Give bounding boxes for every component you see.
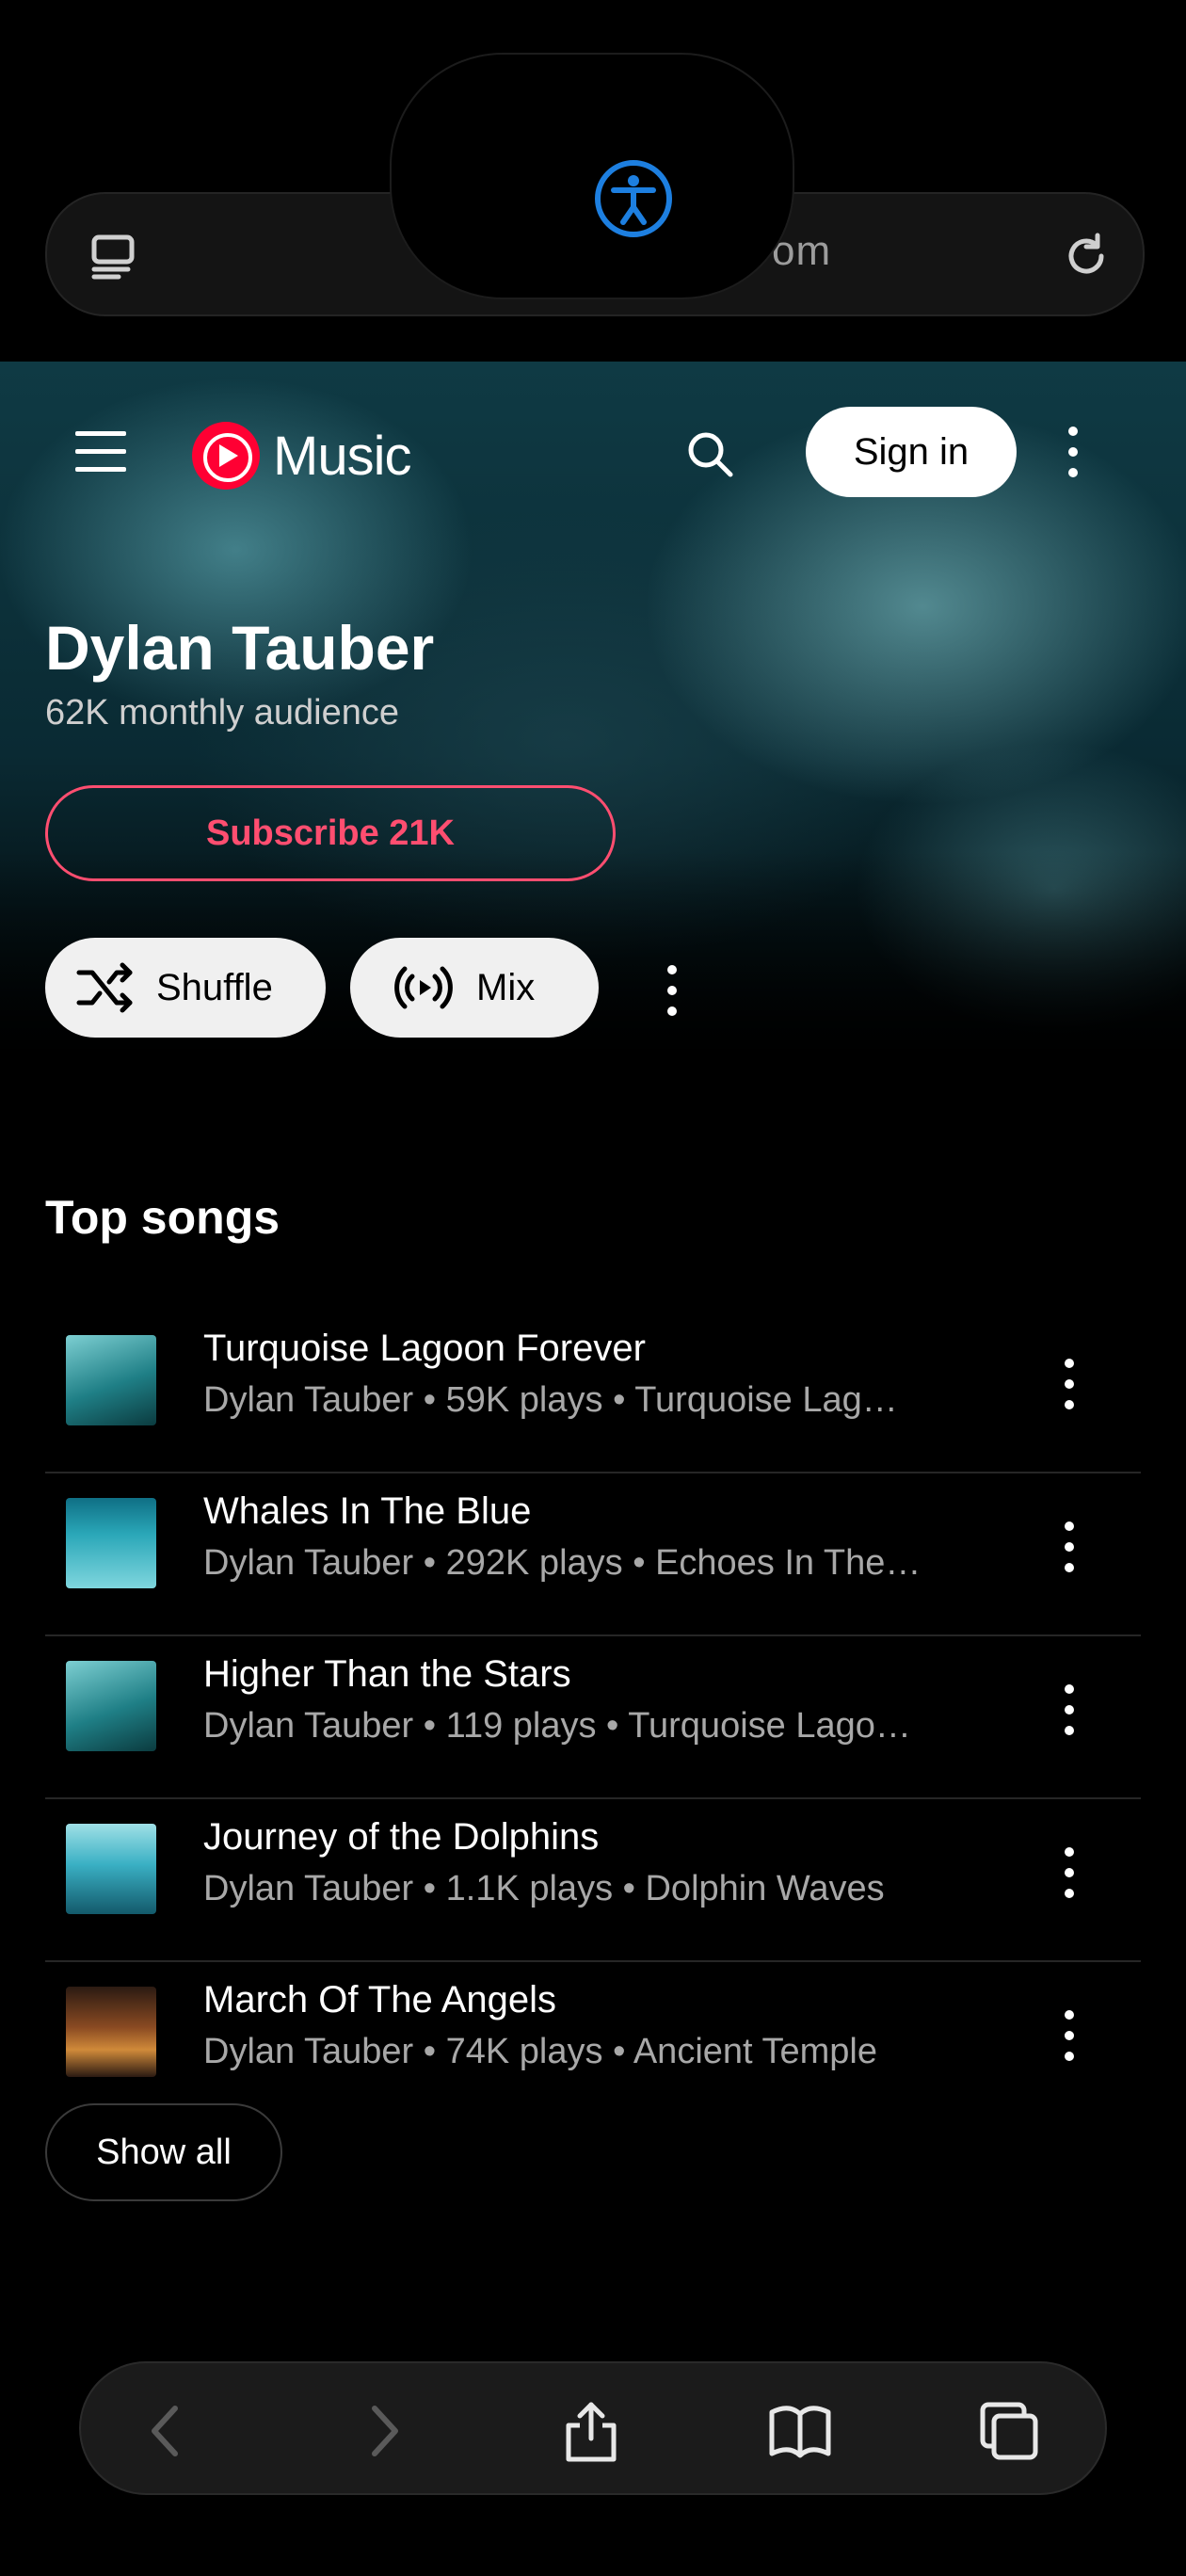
more-icon[interactable]: [661, 960, 683, 1021]
song-title: March Of The Angels: [203, 1979, 556, 2021]
subscribe-button[interactable]: Subscribe 21K: [45, 785, 616, 881]
camera-cutout: [390, 53, 794, 299]
browser-top-bar: muom: [0, 0, 1186, 362]
album-art: [66, 1824, 156, 1914]
album-art: [66, 1498, 156, 1588]
song-title: Higher Than the Stars: [203, 1653, 571, 1695]
reload-icon[interactable]: [1058, 228, 1114, 284]
top-songs-heading: Top songs: [45, 1191, 280, 1244]
back-icon[interactable]: [134, 2397, 201, 2465]
more-icon[interactable]: [1058, 1844, 1081, 1901]
more-icon[interactable]: [1058, 1356, 1081, 1412]
artist-hero: Music Sign in Dylan Tauber 62K monthly a…: [0, 362, 1186, 1077]
mix-radio-icon: [394, 966, 453, 1009]
more-icon[interactable]: [1058, 1682, 1081, 1738]
logo-text: Music: [273, 425, 411, 487]
forward-icon[interactable]: [348, 2397, 416, 2465]
share-icon[interactable]: [557, 2397, 625, 2465]
song-subtitle: Dylan Tauber • 1.1K plays • Dolphin Wave…: [203, 1869, 885, 1908]
more-icon[interactable]: [1058, 1519, 1081, 1575]
song-subtitle: Dylan Tauber • 74K plays • Ancient Templ…: [203, 2032, 877, 2071]
mix-label: Mix: [476, 966, 536, 1008]
song-title: Turquoise Lagoon Forever: [203, 1328, 646, 1369]
song-subtitle: Dylan Tauber • 119 plays • Turquoise Lag…: [203, 1706, 911, 1746]
show-all-button[interactable]: Show all: [45, 2103, 282, 2201]
song-title: Whales In The Blue: [203, 1490, 532, 1532]
top-songs-list: Turquoise Lagoon Forever Dylan Tauber • …: [45, 1311, 1141, 2123]
accessibility-icon[interactable]: [593, 158, 674, 239]
list-item[interactable]: Whales In The Blue Dylan Tauber • 292K p…: [45, 1473, 1141, 1636]
sign-in-button[interactable]: Sign in: [806, 407, 1017, 497]
tabs-icon[interactable]: [85, 226, 145, 286]
album-art: [66, 1335, 156, 1425]
browser-toolbar: [79, 2361, 1107, 2495]
more-icon[interactable]: [1058, 2007, 1081, 2064]
song-subtitle: Dylan Tauber • 59K plays • Turquoise Lag…: [203, 1380, 898, 1420]
album-art: [66, 1661, 156, 1751]
list-item[interactable]: Turquoise Lagoon Forever Dylan Tauber • …: [45, 1311, 1141, 1473]
search-icon[interactable]: [683, 427, 736, 480]
song-title: Journey of the Dolphins: [203, 1816, 600, 1858]
monthly-audience: 62K monthly audience: [45, 693, 400, 733]
shuffle-button[interactable]: Shuffle: [45, 938, 326, 1038]
menu-icon[interactable]: [72, 427, 132, 476]
song-subtitle: Dylan Tauber • 292K plays • Echoes In Th…: [203, 1543, 922, 1583]
youtube-music-logo[interactable]: Music: [192, 418, 411, 493]
more-icon[interactable]: [1060, 422, 1086, 482]
list-item[interactable]: March Of The Angels Dylan Tauber • 74K p…: [45, 1962, 1141, 2123]
list-item[interactable]: Journey of the Dolphins Dylan Tauber • 1…: [45, 1799, 1141, 1962]
mix-button[interactable]: Mix: [350, 938, 599, 1038]
bookmarks-icon[interactable]: [766, 2397, 834, 2465]
shuffle-label: Shuffle: [156, 966, 273, 1008]
shuffle-icon: [76, 962, 133, 1013]
tabs-overview-icon[interactable]: [975, 2397, 1043, 2465]
album-art: [66, 1987, 156, 2077]
list-item[interactable]: Higher Than the Stars Dylan Tauber • 119…: [45, 1636, 1141, 1799]
artist-name: Dylan Tauber: [45, 613, 435, 683]
play-logo-icon: [192, 422, 260, 490]
